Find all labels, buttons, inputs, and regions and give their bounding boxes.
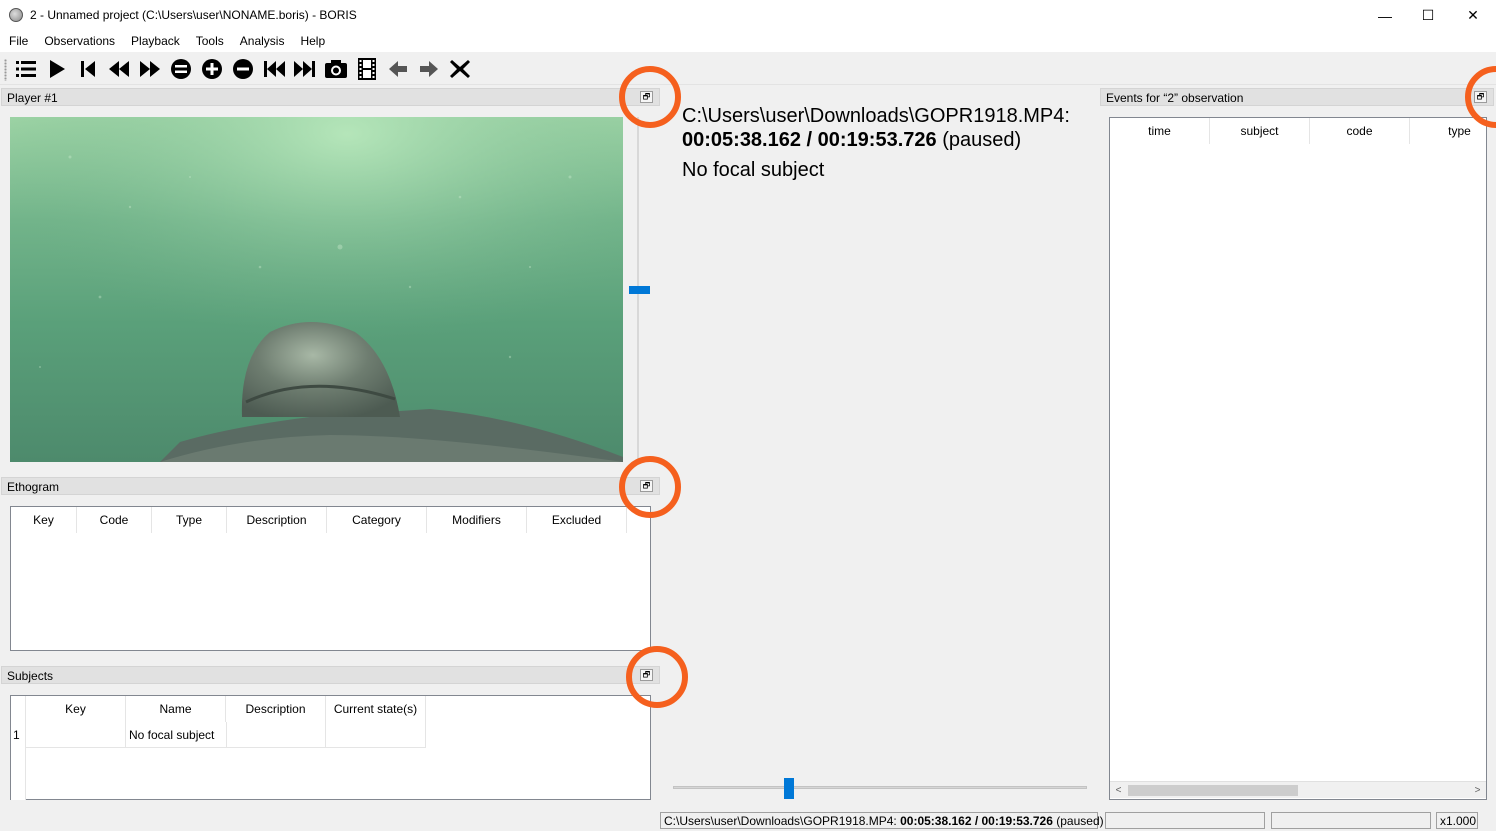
menu-file[interactable]: File xyxy=(0,31,36,52)
status-field-empty-2 xyxy=(1271,812,1431,829)
media-path-label: C:\Users\user\Downloads\GOPR1918.MP4: xyxy=(682,105,1070,127)
previous-event-arrow-icon[interactable] xyxy=(384,57,412,81)
media-time-label: 00:05:38.162 / 00:19:53.726 (paused) xyxy=(682,129,1021,152)
menu-playback[interactable]: Playback xyxy=(123,31,188,52)
subjects-title-label: Subjects xyxy=(7,669,54,683)
subject-state-cell[interactable] xyxy=(326,722,426,747)
video-frame[interactable] xyxy=(10,117,623,462)
events-title-label: Events for “2” observation xyxy=(1106,91,1244,105)
fast-forward-icon[interactable] xyxy=(136,57,164,81)
maximize-button[interactable]: ☐ xyxy=(1405,0,1451,31)
ethogram-col-key[interactable]: Key xyxy=(11,507,77,533)
player-dock-title: Player #1 🗗 xyxy=(1,88,660,106)
window-title: 2 - Unnamed project (C:\Users\user\NONAM… xyxy=(30,8,357,22)
close-observation-icon[interactable] xyxy=(446,57,474,81)
subjects-row-header-column xyxy=(11,696,26,800)
events-col-subject[interactable]: subject xyxy=(1210,118,1310,144)
annotation-circle-player-float xyxy=(619,66,681,128)
menu-analysis[interactable]: Analysis xyxy=(232,31,293,52)
title-bar: 2 - Unnamed project (C:\Users\user\NONAM… xyxy=(0,0,1496,31)
subject-description-cell[interactable] xyxy=(226,722,326,747)
status-media-info: C:\Users\user\Downloads\GOPR1918.MP4: 00… xyxy=(660,812,1104,829)
ethogram-dock-title: Ethogram 🗗 xyxy=(1,477,660,495)
status-time: 00:05:38.162 / 00:19:53.726 xyxy=(900,814,1053,828)
toolbar-grip[interactable] xyxy=(4,59,7,81)
toolbar xyxy=(0,53,1496,85)
next-event-arrow-icon[interactable] xyxy=(415,57,443,81)
menu-list-icon[interactable] xyxy=(12,57,40,81)
subjects-col-description[interactable]: Description xyxy=(226,696,326,722)
ethogram-col-description[interactable]: Description xyxy=(227,507,327,533)
menu-bar: File Observations Playback Tools Analysi… xyxy=(0,31,1496,52)
scrollbar-thumb[interactable] xyxy=(1128,785,1298,796)
boris-app-icon xyxy=(9,8,23,22)
table-row[interactable]: 1 No focal subject xyxy=(13,722,426,748)
row-index: 1 xyxy=(13,728,20,742)
player-title-label: Player #1 xyxy=(7,91,58,105)
events-table[interactable]: time subject code type xyxy=(1109,117,1487,800)
ethogram-col-code[interactable]: Code xyxy=(77,507,152,533)
events-col-time[interactable]: time xyxy=(1110,118,1210,144)
events-dock-title: Events for “2” observation 🗗 xyxy=(1100,88,1494,106)
ethogram-col-excluded[interactable]: Excluded xyxy=(527,507,627,533)
subjects-table[interactable]: Key Name Description Current state(s) 1 … xyxy=(10,695,651,800)
media-position-slider-track[interactable] xyxy=(673,786,1087,789)
menu-help[interactable]: Help xyxy=(292,31,333,52)
events-horizontal-scrollbar[interactable]: < > xyxy=(1110,781,1486,798)
status-playback-speed: x1.000 xyxy=(1436,812,1478,829)
zoom-in-icon[interactable] xyxy=(198,57,226,81)
annotation-circle-subjects-float xyxy=(626,646,688,708)
video-frame-image xyxy=(10,117,623,462)
status-path: C:\Users\user\Downloads\GOPR1918.MP4: xyxy=(664,814,897,828)
subjects-dock-title: Subjects 🗗 xyxy=(1,666,660,684)
subject-name-cell[interactable]: No focal subject xyxy=(129,728,214,742)
focal-subject-label: No focal subject xyxy=(682,159,825,181)
events-col-code[interactable]: code xyxy=(1310,118,1410,144)
media-time-value: 00:05:38.162 / 00:19:53.726 xyxy=(682,129,937,151)
previous-media-icon[interactable] xyxy=(260,57,288,81)
scroll-left-icon[interactable]: < xyxy=(1110,782,1127,799)
subjects-col-key[interactable]: Key xyxy=(26,696,126,722)
minimize-button[interactable]: — xyxy=(1362,0,1408,31)
volume-slider-handle[interactable] xyxy=(629,286,650,294)
ethogram-col-category[interactable]: Category xyxy=(327,507,427,533)
media-position-slider-handle[interactable] xyxy=(784,778,794,799)
ethogram-table[interactable]: Key Code Type Description Category Modif… xyxy=(10,506,651,651)
annotation-circle-ethogram-float xyxy=(619,456,681,518)
scroll-right-icon[interactable]: > xyxy=(1469,782,1486,799)
play-icon[interactable] xyxy=(43,57,71,81)
ethogram-title-label: Ethogram xyxy=(7,480,60,494)
subjects-col-name[interactable]: Name xyxy=(126,696,226,722)
media-state-label: (paused) xyxy=(942,129,1022,151)
frame-forward-icon[interactable] xyxy=(229,57,257,81)
menu-tools[interactable]: Tools xyxy=(188,31,232,52)
film-strip-icon[interactable] xyxy=(353,57,381,81)
close-window-button[interactable]: ✕ xyxy=(1450,0,1496,31)
status-state: (paused) xyxy=(1056,814,1104,828)
rewind-icon[interactable] xyxy=(105,57,133,81)
menu-observations[interactable]: Observations xyxy=(36,31,123,52)
events-col-type[interactable]: type xyxy=(1410,118,1486,144)
status-field-empty-1 xyxy=(1105,812,1265,829)
jump-to-beginning-icon[interactable] xyxy=(74,57,102,81)
ethogram-col-type[interactable]: Type xyxy=(152,507,227,533)
frame-backward-icon[interactable] xyxy=(167,57,195,81)
subjects-col-current-state[interactable]: Current state(s) xyxy=(326,696,426,722)
subject-key-cell[interactable] xyxy=(26,722,126,747)
next-media-icon[interactable] xyxy=(291,57,319,81)
ethogram-col-modifiers[interactable]: Modifiers xyxy=(427,507,527,533)
snapshot-camera-icon[interactable] xyxy=(322,57,350,81)
